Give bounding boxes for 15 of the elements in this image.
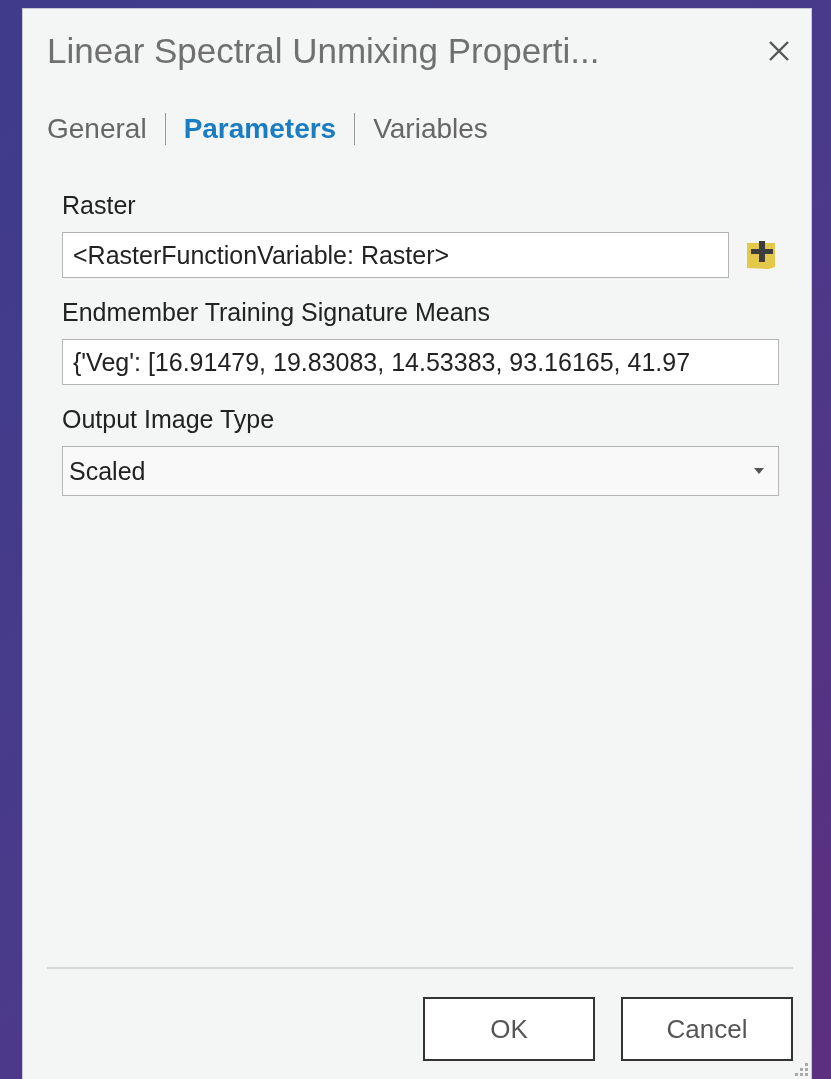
parameter-label: Output Image Type [62,405,276,434]
dropdown[interactable]: Scaled [62,446,779,496]
tab[interactable]: Variables [373,113,506,145]
parameter-label: Raster [62,191,137,220]
close-icon [767,39,791,63]
cancel-button[interactable]: Cancel [621,997,793,1061]
dropdown-arrow-icon [754,468,764,474]
ok-button[interactable]: OK [423,997,595,1061]
parameter-label: Endmember Training Signature Means [62,298,491,327]
input-field[interactable]: {'Veg': [16.91479, 19.83083, 14.53383, 93.16165, 41.97 [62,339,779,385]
resize-grip-icon[interactable] [793,1061,809,1077]
tab[interactable]: Parameters [183,113,355,145]
tab[interactable]: General [47,113,165,145]
window-title: Linear Spectral Unmixing Properti... [47,31,600,71]
input-field[interactable]: <RasterFunctionVariable: Raster> [62,232,729,278]
